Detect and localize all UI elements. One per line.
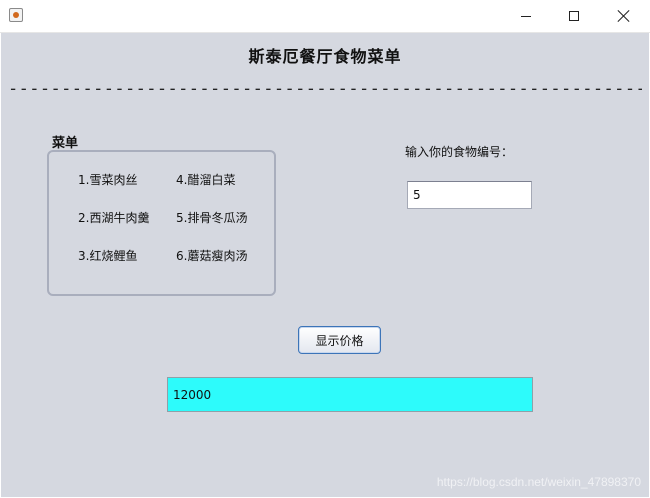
content-pane: 斯泰厄餐厅食物菜单 ------------------------------…	[1, 33, 649, 497]
menu-label: 菜单	[52, 136, 79, 151]
menu-panel: 1.雪菜肉丝 4.醋溜白菜 2.西湖牛肉羹 5.排骨冬瓜汤 3.红烧鲤鱼 6.蘑…	[47, 150, 276, 296]
maximize-button[interactable]	[551, 0, 597, 32]
minimize-icon	[521, 15, 531, 17]
menu-item: 1.雪菜肉丝	[78, 173, 138, 187]
dashed-separator: ----------------------------------------…	[8, 82, 642, 96]
close-icon	[617, 9, 631, 23]
menu-item: 3.红烧鲤鱼	[78, 249, 138, 263]
menu-item: 2.西湖牛肉羹	[78, 211, 150, 225]
menu-item: 5.排骨冬瓜汤	[176, 211, 248, 225]
page-title: 斯泰厄餐厅食物菜单	[248, 47, 402, 66]
price-field[interactable]	[167, 377, 533, 412]
java-app-icon	[9, 8, 23, 22]
food-number-label: 输入你的食物编号：	[405, 145, 514, 159]
title-bar	[0, 0, 650, 33]
menu-item: 4.醋溜白菜	[176, 173, 236, 187]
watermark: https://blog.csdn.net/weixin_47898370	[436, 475, 641, 489]
close-button[interactable]	[601, 0, 647, 32]
minimize-button[interactable]	[503, 0, 549, 32]
menu-item: 6.蘑菇瘦肉汤	[176, 249, 248, 263]
maximize-icon	[569, 11, 579, 21]
show-price-button[interactable]: 显示价格	[298, 326, 381, 354]
food-number-input[interactable]	[407, 181, 532, 209]
